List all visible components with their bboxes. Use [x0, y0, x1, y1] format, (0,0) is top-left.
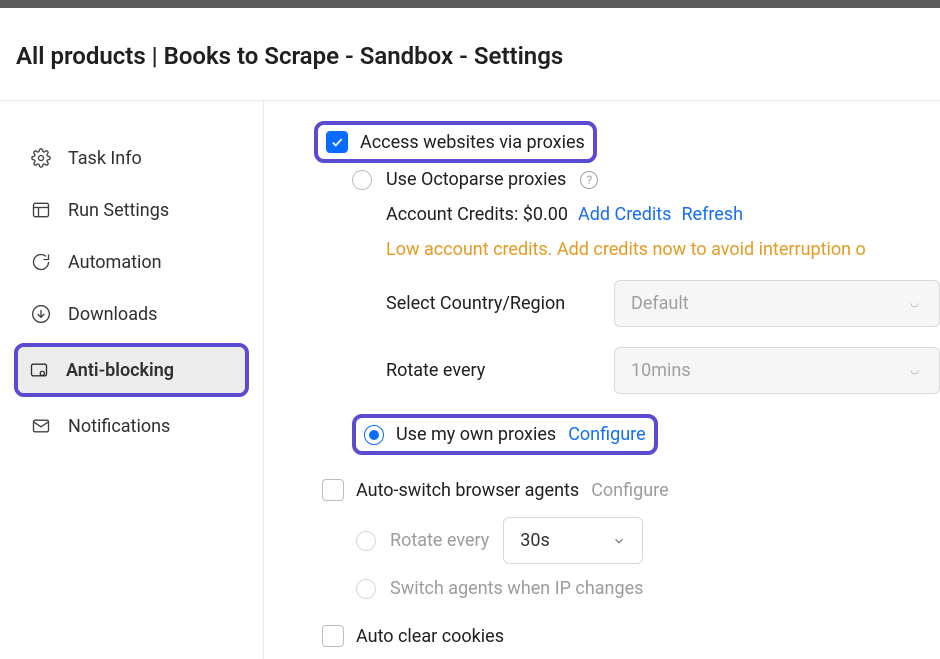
download-icon [30, 303, 52, 325]
access-via-proxies-label: Access websites via proxies [360, 132, 585, 153]
page-title: All products | Books to Scrape - Sandbox… [0, 8, 940, 101]
highlight-own-proxies: Use my own proxies Configure [352, 414, 658, 455]
refresh-icon [30, 251, 52, 273]
mail-icon [30, 415, 52, 437]
sidebar-item-anti-blocking[interactable]: Anti-blocking [18, 347, 245, 393]
auto-switch-agents-checkbox[interactable] [322, 479, 344, 501]
rotate-select-value: 10mins [631, 360, 691, 381]
rotate-label: Rotate every [386, 360, 586, 381]
auto-switch-agents-row[interactable]: Auto-switch browser agents Configure [314, 473, 940, 507]
low-credits-warning: Low account credits. Add credits now to … [386, 239, 866, 260]
rotate-agents-radio[interactable] [356, 531, 376, 551]
switch-ip-label: Switch agents when IP changes [390, 578, 643, 599]
rotate-agents-value: 30s [520, 530, 550, 551]
rotate-agents-select[interactable]: 30s [503, 517, 643, 564]
account-credits-label: Account Credits: $0.00 [386, 204, 568, 225]
layout-icon [30, 199, 52, 221]
sidebar-item-label: Run Settings [68, 200, 169, 221]
add-credits-link[interactable]: Add Credits [578, 204, 671, 225]
access-via-proxies-checkbox[interactable] [326, 131, 348, 153]
chevron-down-icon: ◡ [910, 298, 919, 309]
own-proxies-label: Use my own proxies [396, 424, 556, 445]
highlight-anti-blocking: Anti-blocking [14, 343, 249, 397]
auto-switch-agents-label: Auto-switch browser agents [356, 480, 579, 501]
chevron-down-icon [612, 534, 626, 548]
octoparse-proxies-radio[interactable] [352, 170, 372, 190]
sidebar-item-run-settings[interactable]: Run Settings [20, 187, 243, 233]
sidebar-item-label: Notifications [68, 416, 170, 437]
sidebar-item-downloads[interactable]: Downloads [20, 291, 243, 337]
own-proxies-row[interactable]: Use my own proxies Configure [356, 418, 654, 451]
configure-own-proxies-link[interactable]: Configure [568, 424, 645, 445]
country-select[interactable]: Default ◡ [614, 280, 940, 327]
sidebar-item-label: Anti-blocking [66, 360, 174, 381]
auto-clear-cookies-label: Auto clear cookies [356, 626, 504, 647]
configure-agents-link[interactable]: Configure [591, 480, 668, 501]
switch-ip-radio[interactable] [356, 579, 376, 599]
country-select-value: Default [631, 293, 689, 314]
sidebar-item-notifications[interactable]: Notifications [20, 403, 243, 449]
own-proxies-radio[interactable] [364, 425, 384, 445]
content: Access websites via proxies Use Octopars… [264, 101, 940, 659]
auto-clear-cookies-row[interactable]: Auto clear cookies [314, 619, 940, 653]
country-label: Select Country/Region [386, 293, 586, 314]
access-via-proxies-row[interactable]: Access websites via proxies [318, 125, 593, 159]
sidebar-item-label: Downloads [68, 304, 157, 325]
gear-icon [30, 147, 52, 169]
sidebar-item-task-info[interactable]: Task Info [20, 135, 243, 181]
sidebar-item-label: Task Info [68, 148, 142, 169]
auto-clear-cookies-checkbox[interactable] [322, 625, 344, 647]
rotate-agents-label: Rotate every [390, 530, 489, 551]
sidebar-item-label: Automation [68, 252, 162, 273]
sidebar: Task Info Run Settings Automation [0, 101, 264, 659]
help-icon[interactable]: ? [580, 171, 598, 189]
highlight-access-proxies: Access websites via proxies [314, 121, 597, 163]
rotate-select[interactable]: 10mins ◡ [614, 347, 940, 394]
sidebar-item-automation[interactable]: Automation [20, 239, 243, 285]
shield-icon [28, 359, 50, 381]
refresh-link[interactable]: Refresh [681, 204, 743, 225]
octoparse-proxies-label: Use Octoparse proxies [386, 169, 566, 190]
chevron-down-icon: ◡ [910, 365, 919, 376]
